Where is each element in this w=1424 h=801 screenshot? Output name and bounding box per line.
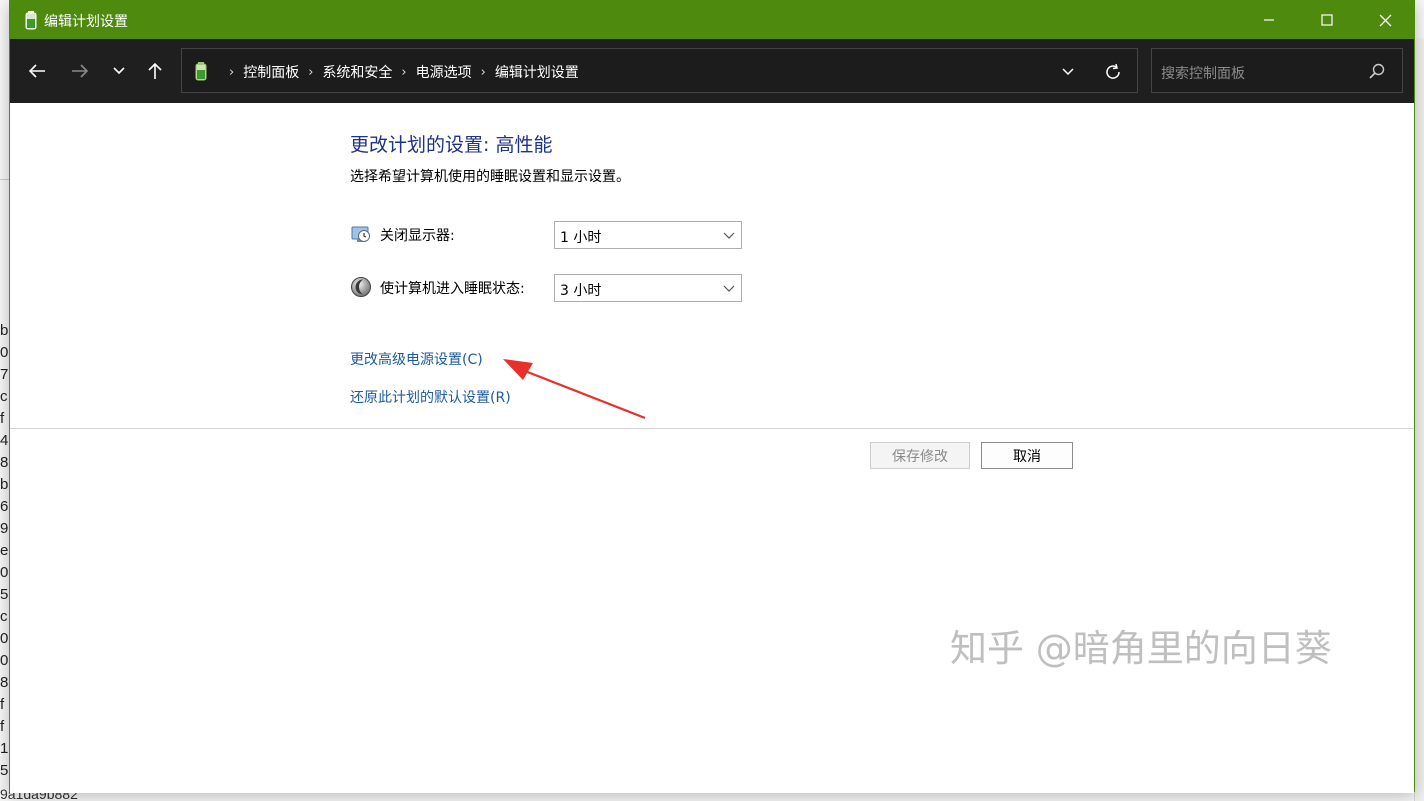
content-area: 更改计划的设置: 高性能 选择希望计算机使用的睡眠设置和显示设置。 关闭显示器:… bbox=[10, 103, 1414, 793]
back-button[interactable] bbox=[22, 57, 52, 85]
footer-divider bbox=[10, 428, 1414, 429]
page-title: 更改计划的设置: 高性能 bbox=[350, 134, 553, 156]
control-panel-window: 编辑计划设置 › 控制面板 › 系统和安全 › 电源选项 › 编辑计划设置 搜索… bbox=[9, 0, 1415, 793]
sleep-moon-icon bbox=[351, 277, 371, 297]
title-bar[interactable]: 编辑计划设置 bbox=[10, 1, 1414, 39]
chevron-down-icon bbox=[1062, 68, 1074, 76]
page-description: 选择希望计算机使用的睡眠设置和显示设置。 bbox=[350, 169, 630, 185]
setting-label-sleep: 使计算机进入睡眠状态: bbox=[380, 281, 525, 297]
maximize-icon bbox=[1321, 14, 1333, 26]
breadcrumb-separator-icon[interactable]: › bbox=[401, 65, 406, 80]
address-bar[interactable]: › 控制面板 › 系统和安全 › 电源选项 › 编辑计划设置 bbox=[181, 48, 1138, 93]
power-battery-icon bbox=[195, 62, 207, 81]
breadcrumb-separator-icon[interactable]: › bbox=[481, 65, 486, 80]
window-title: 编辑计划设置 bbox=[44, 14, 128, 30]
watermark-text: 知乎 @暗角里的向日葵 bbox=[950, 627, 1332, 670]
breadcrumb-separator-icon[interactable]: › bbox=[308, 65, 313, 80]
advanced-power-settings-link[interactable]: 更改高级电源设置(C) bbox=[350, 349, 483, 369]
navigation-bar: › 控制面板 › 系统和安全 › 电源选项 › 编辑计划设置 搜索控制面板 bbox=[10, 39, 1414, 103]
close-button[interactable] bbox=[1356, 1, 1414, 39]
breadcrumb-item-power-options[interactable]: 电源选项 bbox=[416, 62, 472, 82]
chevron-down-icon bbox=[113, 67, 125, 75]
minimize-icon bbox=[1264, 19, 1274, 21]
arrow-right-icon bbox=[72, 64, 89, 78]
up-button[interactable] bbox=[140, 57, 170, 85]
chevron-down-icon bbox=[723, 285, 735, 292]
save-changes-button[interactable]: 保存修改 bbox=[870, 442, 970, 469]
forward-button[interactable] bbox=[65, 57, 95, 85]
chevron-down-icon bbox=[723, 232, 735, 239]
sleep-dropdown[interactable]: 3 小时 bbox=[554, 274, 742, 302]
setting-label-display-off: 关闭显示器: bbox=[380, 228, 455, 244]
recent-locations-button[interactable] bbox=[104, 57, 134, 85]
breadcrumb-separator-icon: › bbox=[229, 64, 235, 80]
refresh-button[interactable] bbox=[1100, 59, 1126, 85]
breadcrumb: › 控制面板 › 系统和安全 › 电源选项 › 编辑计划设置 bbox=[220, 62, 579, 82]
sleep-value: 3 小时 bbox=[560, 283, 602, 299]
address-history-button[interactable] bbox=[1056, 61, 1080, 83]
background-right-edge bbox=[1414, 38, 1424, 801]
refresh-icon bbox=[1106, 63, 1120, 79]
breadcrumb-item-edit-plan[interactable]: 编辑计划设置 bbox=[495, 62, 579, 82]
display-off-value: 1 小时 bbox=[560, 230, 602, 246]
arrow-left-icon bbox=[28, 64, 45, 78]
breadcrumb-item-system-security[interactable]: 系统和安全 bbox=[322, 62, 392, 82]
search-icon[interactable] bbox=[1368, 62, 1386, 80]
search-input[interactable]: 搜索控制面板 bbox=[1161, 63, 1245, 83]
arrow-up-icon bbox=[148, 62, 162, 79]
close-icon bbox=[1379, 14, 1391, 26]
cancel-button[interactable]: 取消 bbox=[981, 442, 1073, 469]
minimize-button[interactable] bbox=[1240, 1, 1298, 39]
display-off-dropdown[interactable]: 1 小时 bbox=[554, 221, 742, 249]
monitor-power-icon bbox=[351, 226, 370, 242]
breadcrumb-item-control-panel[interactable]: 控制面板 bbox=[243, 62, 299, 82]
restore-defaults-link[interactable]: 还原此计划的默认设置(R) bbox=[350, 387, 511, 407]
annotation-arrow-icon bbox=[503, 359, 646, 420]
power-battery-icon bbox=[25, 11, 37, 30]
search-box[interactable]: 搜索控制面板 bbox=[1151, 48, 1403, 93]
maximize-button[interactable] bbox=[1298, 1, 1356, 39]
